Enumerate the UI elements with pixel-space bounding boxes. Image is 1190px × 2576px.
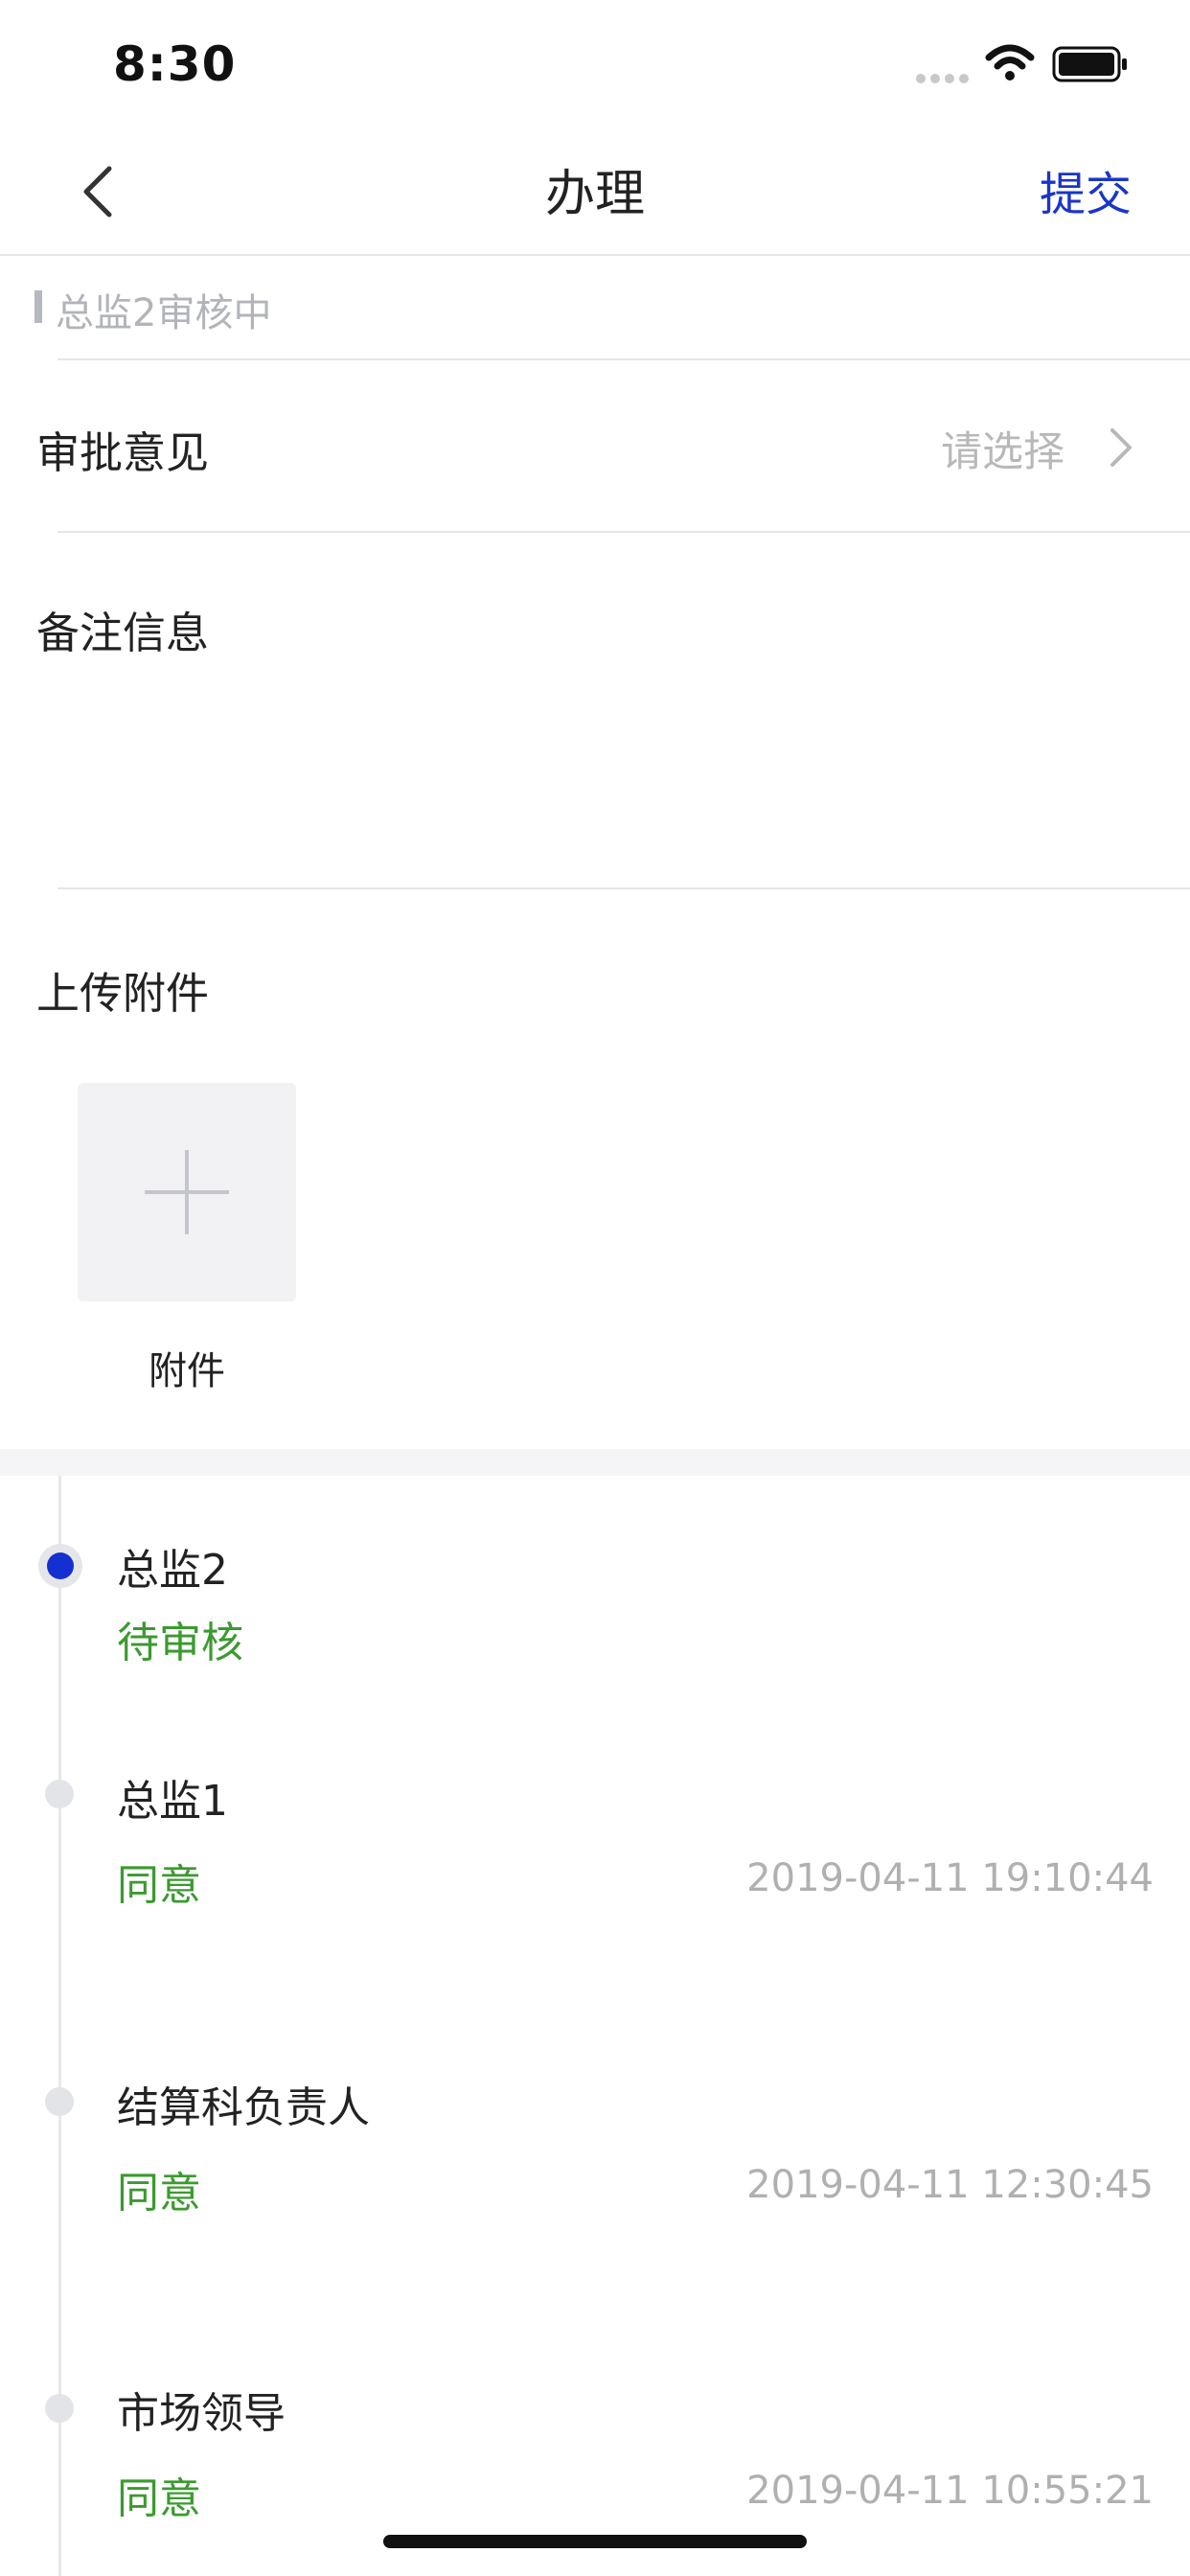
timeline-node-name: 总监2	[117, 1546, 228, 1595]
section-separator	[0, 1449, 1190, 1476]
timeline-dot	[45, 2394, 74, 2423]
plus-icon	[145, 1150, 229, 1234]
timeline-node-status: 同意	[117, 1861, 201, 1910]
timeline-node-status: 同意	[117, 2169, 201, 2218]
page-title: 办理	[544, 166, 645, 223]
upload-attachment-label: 上传附件	[36, 968, 210, 1019]
timeline-node-name: 总监1	[117, 1777, 228, 1826]
timeline-active-dot	[38, 1544, 82, 1588]
timeline-dot	[45, 2087, 74, 2116]
stage-indicator-bar	[34, 290, 42, 323]
remark-label: 备注信息	[36, 608, 210, 658]
timeline-node-time: 2019-04-11 12:30:45	[746, 2163, 1154, 2207]
timeline-node-status: 同意	[117, 2474, 201, 2523]
divider	[57, 887, 1190, 889]
submit-button[interactable]: 提交	[1040, 156, 1132, 223]
approval-opinion-placeholder[interactable]: 请选择	[941, 419, 1064, 478]
attachment-label: 附件	[149, 1349, 225, 1393]
chevron-right-icon	[1110, 428, 1132, 467]
add-attachment-button[interactable]	[78, 1083, 296, 1301]
timeline-node-time: 2019-04-11 19:10:44	[746, 1856, 1154, 1900]
timeline-node-time: 2019-04-11 10:55:21	[746, 2469, 1154, 2513]
battery-icon	[1052, 46, 1127, 82]
timeline-dot	[45, 1780, 74, 1808]
timeline-node-name: 市场领导	[117, 2389, 286, 2438]
home-indicator[interactable]	[383, 2535, 807, 2548]
timeline-node-name: 结算科负责人	[117, 2083, 370, 2132]
timeline-node-status: 待审核	[117, 1619, 243, 1668]
stage-status-text: 总监2审核中	[56, 291, 272, 335]
divider	[57, 531, 1190, 533]
status-time: 8:30	[113, 36, 237, 92]
remark-input[interactable]	[36, 671, 1167, 882]
wifi-icon	[985, 44, 1035, 80]
signal-icon	[916, 69, 973, 87]
approval-opinion-label: 审批意见	[36, 427, 210, 478]
